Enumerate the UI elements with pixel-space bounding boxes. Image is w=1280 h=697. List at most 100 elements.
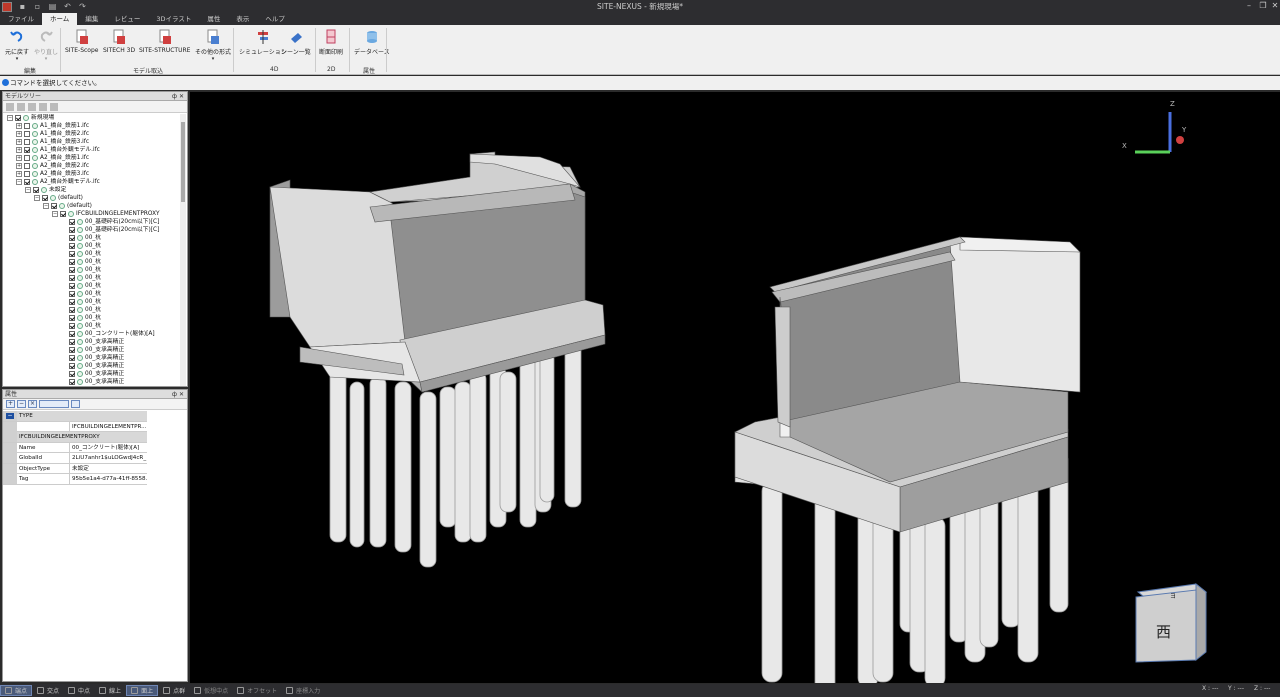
visibility-checkbox[interactable] bbox=[24, 163, 30, 169]
visibility-checkbox[interactable] bbox=[69, 291, 75, 297]
sitech-3d-button[interactable]: SITECH 3D bbox=[103, 29, 135, 54]
visibility-checkbox[interactable] bbox=[69, 315, 75, 321]
undo-icon[interactable]: ↶ bbox=[63, 2, 72, 11]
tree-node[interactable]: 00_杭 bbox=[3, 274, 181, 282]
snap-toggle[interactable]: 面上 bbox=[126, 685, 159, 696]
close-icon[interactable]: ✕ bbox=[1269, 1, 1280, 12]
expand-toggle-icon[interactable]: + bbox=[16, 131, 22, 137]
tree-node[interactable]: 00_杭 bbox=[3, 234, 181, 242]
tree-node[interactable]: 00_支承高精正 bbox=[3, 354, 181, 362]
visibility-checkbox[interactable] bbox=[69, 235, 75, 241]
tree-node[interactable]: 00_杭 bbox=[3, 282, 181, 290]
tree-node[interactable]: 00_支承高精正 bbox=[3, 370, 181, 378]
visibility-checkbox[interactable] bbox=[69, 259, 75, 265]
snap-toggle[interactable]: 仮想中点 bbox=[190, 685, 232, 696]
tree-node[interactable]: 00_杭 bbox=[3, 290, 181, 298]
visibility-checkbox[interactable] bbox=[24, 139, 30, 145]
open-icon[interactable]: ▫ bbox=[33, 2, 42, 11]
site-scope-button[interactable]: SITE-Scope bbox=[65, 29, 98, 54]
simulation-button[interactable]: シミュレーション bbox=[239, 29, 287, 56]
sort-icon[interactable] bbox=[39, 102, 47, 111]
tree-node[interactable]: 00_支承高精正 bbox=[3, 346, 181, 354]
visibility-checkbox[interactable] bbox=[69, 251, 75, 257]
menu-tab-4[interactable]: 3Dイラスト bbox=[148, 13, 199, 25]
tree-node[interactable]: 00_支承高精正 bbox=[3, 362, 181, 370]
snap-toggle[interactable]: 中点 bbox=[64, 685, 94, 696]
expand-toggle-icon[interactable]: − bbox=[52, 211, 58, 217]
collapse-icon[interactable]: − bbox=[6, 413, 14, 419]
visibility-checkbox[interactable] bbox=[24, 131, 30, 137]
snap-toggle[interactable]: オフセット bbox=[233, 685, 281, 696]
snap-toggle[interactable]: 交点 bbox=[33, 685, 63, 696]
visibility-checkbox[interactable] bbox=[69, 227, 75, 233]
tree-node[interactable]: + A1_橋台_鉄筋3.ifc bbox=[3, 138, 181, 146]
visibility-checkbox[interactable] bbox=[69, 379, 75, 385]
visibility-checkbox[interactable] bbox=[69, 307, 75, 313]
view-cube[interactable]: 西 ヨ bbox=[1135, 582, 1208, 663]
property-row[interactable]: GlobalId 2LiU7anhr1$uLOGwdJ4cR_ bbox=[3, 453, 147, 464]
tree-node[interactable]: 00_杭 bbox=[3, 250, 181, 258]
expand-toggle-icon[interactable]: + bbox=[16, 147, 22, 153]
add-icon[interactable]: + bbox=[6, 400, 15, 408]
menu-tab-0[interactable]: ファイル bbox=[0, 13, 42, 25]
visibility-checkbox[interactable] bbox=[69, 347, 75, 353]
tree-node[interactable]: 00_杭 bbox=[3, 306, 181, 314]
redo-icon[interactable]: ↷ bbox=[78, 2, 87, 11]
menu-tab-6[interactable]: 表示 bbox=[228, 13, 257, 25]
expand-toggle-icon[interactable]: + bbox=[16, 155, 22, 161]
folder-open-icon[interactable] bbox=[17, 102, 25, 111]
expand-toggle-icon[interactable]: − bbox=[7, 115, 13, 121]
visibility-checkbox[interactable] bbox=[24, 179, 30, 185]
expand-toggle-icon[interactable]: + bbox=[16, 123, 22, 129]
tree-node[interactable]: 00_杭 bbox=[3, 266, 181, 274]
tree-scroll-thumb[interactable] bbox=[181, 122, 185, 202]
scene-list-button[interactable]: シーン一覧 bbox=[281, 29, 311, 56]
visibility-checkbox[interactable] bbox=[24, 171, 30, 177]
visibility-checkbox[interactable] bbox=[69, 363, 75, 369]
tree-node[interactable]: 00_基礎砕石(20cm以下)[C] bbox=[3, 218, 181, 226]
visibility-checkbox[interactable] bbox=[69, 267, 75, 273]
visibility-checkbox[interactable] bbox=[24, 123, 30, 129]
undo-button[interactable]: 元に戻す ▾ bbox=[5, 29, 29, 62]
tree-node[interactable]: + A2_橋台_鉄筋2.ifc bbox=[3, 162, 181, 170]
tree-node[interactable]: + A1_橋台外観モデル.ifc bbox=[3, 146, 181, 154]
expand-toggle-icon[interactable]: + bbox=[16, 171, 22, 177]
tree-node[interactable]: 00_支承高精正 bbox=[3, 338, 181, 346]
app-logo-icon[interactable] bbox=[2, 1, 12, 12]
visibility-checkbox[interactable] bbox=[69, 331, 75, 337]
minimize-icon[interactable]: – bbox=[1243, 1, 1255, 12]
property-category[interactable]: IFCBUILDINGELEMENTPROXY bbox=[3, 432, 147, 443]
visibility-checkbox[interactable] bbox=[42, 195, 48, 201]
expand-toggle-icon[interactable]: + bbox=[16, 163, 22, 169]
tree-node[interactable]: − IFCBUILDINGELEMENTPROXY bbox=[3, 210, 181, 218]
visibility-checkbox[interactable] bbox=[69, 219, 75, 225]
folder-icon[interactable] bbox=[6, 102, 14, 111]
view-cube-face-label[interactable]: 西 bbox=[1156, 623, 1171, 641]
tree-node[interactable]: 00_コンクリート(躯体)[A] bbox=[3, 330, 181, 338]
sort-reverse-icon[interactable] bbox=[50, 102, 58, 111]
tree-node[interactable]: 00_基礎砕石(20cm以下)[C] bbox=[3, 226, 181, 234]
print-icon[interactable]: ▤ bbox=[48, 2, 57, 11]
tree-node[interactable]: + A1_橋台_鉄筋1.ifc bbox=[3, 122, 181, 130]
panel-pin-close-icon[interactable]: ф ✕ bbox=[172, 92, 184, 101]
visibility-checkbox[interactable] bbox=[15, 115, 21, 121]
visibility-checkbox[interactable] bbox=[33, 187, 39, 193]
visibility-checkbox[interactable] bbox=[69, 275, 75, 281]
settings-icon[interactable] bbox=[71, 400, 80, 408]
property-row[interactable]: Name 00_コンクリート(躯体)[A] bbox=[3, 442, 147, 453]
visibility-checkbox[interactable] bbox=[51, 203, 57, 209]
view-cube-top-label[interactable]: ヨ bbox=[1170, 593, 1176, 600]
visibility-checkbox[interactable] bbox=[69, 323, 75, 329]
tree-node[interactable]: − 新規現場 bbox=[3, 114, 181, 122]
panel-pin-close-icon[interactable]: ф ✕ bbox=[172, 390, 184, 399]
visibility-checkbox[interactable] bbox=[69, 299, 75, 305]
visibility-checkbox[interactable] bbox=[69, 283, 75, 289]
restore-icon[interactable]: ❐ bbox=[1257, 1, 1269, 12]
tree-node[interactable]: − 未設定 bbox=[3, 186, 181, 194]
tree-node[interactable]: 00_杭 bbox=[3, 258, 181, 266]
property-row[interactable]: IFCBUILDINGELEMENTPR... bbox=[3, 421, 147, 432]
other-formats-button[interactable]: その他の形式 ▾ bbox=[195, 29, 231, 62]
list-icon[interactable] bbox=[28, 102, 36, 111]
3d-scene[interactable]: Z X Y 西 ヨ bbox=[190, 92, 1280, 693]
snap-toggle[interactable]: 線上 bbox=[95, 685, 125, 696]
